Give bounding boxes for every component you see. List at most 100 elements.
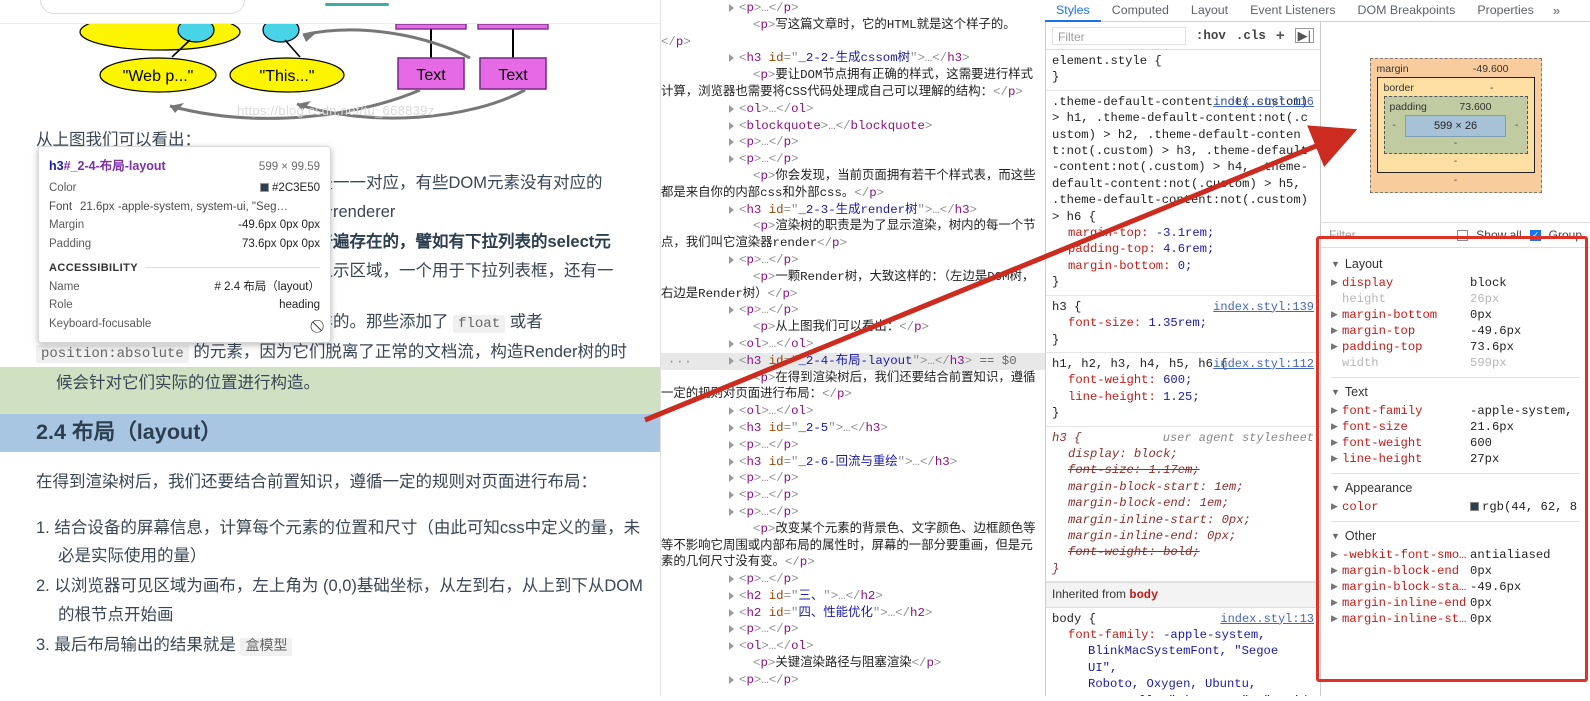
tab-computed[interactable]: Computed xyxy=(1101,0,1180,22)
style-declaration[interactable]: font-family: -apple-system, xyxy=(1052,627,1314,643)
computed-property-row[interactable]: ▶ margin-top -49.6px xyxy=(1321,323,1590,339)
computed-group-other[interactable]: ▼ Other xyxy=(1321,524,1590,547)
dom-node[interactable]: <h2 id="三、">…</h2> xyxy=(661,588,1045,605)
tab-properties[interactable]: Properties xyxy=(1466,0,1544,22)
computed-property-row[interactable]: ▶ font-weight 600 xyxy=(1321,435,1590,451)
style-rule[interactable]: index.styl:139 h3 {font-size: 1.35rem;} xyxy=(1046,296,1320,353)
dom-node[interactable]: <ol>…</ol> xyxy=(661,638,1045,655)
style-rule[interactable]: element.style {} xyxy=(1046,50,1320,91)
dom-node[interactable]: <p>改变某个元素的背景色、文字颜色、边框颜色等等不影响它周围或内部布局的属性时… xyxy=(661,521,1045,571)
dom-node[interactable]: <p>…</p> xyxy=(661,252,1045,269)
styles-filter-input[interactable]: Filter xyxy=(1052,26,1186,45)
dom-node[interactable]: <p>…</p> xyxy=(661,134,1045,151)
hov-toggle-button[interactable]: :hov xyxy=(1196,29,1226,43)
style-rule-origin[interactable]: index.styl:13 xyxy=(1220,611,1314,627)
chevron-right-icon[interactable]: ▶ xyxy=(1331,547,1342,563)
box-model-padding[interactable]: padding 73.600 - 599 × 26 - - xyxy=(1383,95,1528,154)
chevron-right-icon[interactable]: ▶ xyxy=(1331,275,1342,291)
tab-event-listeners[interactable]: Event Listeners xyxy=(1239,0,1346,22)
dom-node[interactable]: <h3 id="_2-3-生成render树">…</h3> xyxy=(661,202,1045,219)
style-rule-selector[interactable]: .theme-default-content:not(.custom) > h1… xyxy=(1052,94,1314,225)
padding-right-value[interactable]: - xyxy=(1512,120,1521,131)
color-swatch-icon[interactable] xyxy=(1470,502,1479,511)
tab-layout[interactable]: Layout xyxy=(1180,0,1239,22)
chevron-down-icon[interactable]: ▼ xyxy=(1331,256,1340,272)
devtools-tab-bar[interactable]: Styles Computed Layout Event Listeners DOM B… xyxy=(1045,0,1590,22)
margin-top-value[interactable]: -49.600 xyxy=(1473,63,1509,75)
box-model-content[interactable]: 599 × 26 xyxy=(1404,114,1507,137)
box-model-diagram[interactable]: margin -49.600 border - padding 73.600 -… xyxy=(1321,22,1590,222)
expand-arrow-icon[interactable] xyxy=(729,491,734,500)
expand-arrow-icon[interactable] xyxy=(729,54,734,63)
dom-node[interactable]: <p>…</p> xyxy=(661,571,1045,588)
chevron-right-icon[interactable]: ▶ xyxy=(1331,451,1342,467)
dom-node-selected[interactable]: ··· <h3 id="_2-4-布局-layout">…</h3> == $0 xyxy=(661,352,1045,370)
dom-node[interactable]: <p>从上图我们可以看出：</p> xyxy=(661,319,1045,336)
dom-node[interactable]: <p>…</p> xyxy=(661,151,1045,168)
computed-filter-input[interactable]: Filter xyxy=(1329,228,1449,242)
computed-property-row[interactable]: ▶ font-size 21.6px xyxy=(1321,419,1590,435)
expand-arrow-icon[interactable] xyxy=(729,457,734,466)
chevron-right-icon[interactable]: ▶ xyxy=(1331,419,1342,435)
computed-group-text[interactable]: ▼ Text xyxy=(1321,380,1590,403)
style-rule[interactable]: user agent stylesheet h3 {display: block;… xyxy=(1046,427,1320,583)
dom-node[interactable]: <h3 id="_2-5">…</h3> xyxy=(661,420,1045,437)
group-label[interactable]: Group xyxy=(1549,228,1582,242)
dom-node[interactable]: <p>…</p> xyxy=(661,621,1045,638)
expand-arrow-icon[interactable] xyxy=(729,306,734,315)
style-declaration-value[interactable]: 1.35rem; xyxy=(1148,316,1207,330)
dom-node[interactable]: <ol>…</ol> xyxy=(661,101,1045,118)
checkbox-icon[interactable] xyxy=(1457,230,1469,241)
show-all-label[interactable]: Show all xyxy=(1476,228,1521,242)
computed-property-row[interactable]: ▶ margin-block-sta… -49.6px xyxy=(1321,579,1590,595)
checkbox-checked-icon[interactable] xyxy=(1529,229,1541,241)
expand-arrow-icon[interactable] xyxy=(729,423,734,432)
dom-node[interactable]: <p>…</p> xyxy=(661,504,1045,521)
margin-bottom-value[interactable]: - xyxy=(1377,173,1535,186)
expand-arrow-icon[interactable] xyxy=(729,155,734,164)
computed-sidebar-toggle-button[interactable]: ▶| xyxy=(1294,28,1314,43)
style-declaration[interactable]: margin-top: -3.1rem; xyxy=(1052,225,1314,241)
style-rule[interactable]: index.styl:112 h1, h2, h3, h4, h5, h6 {fo… xyxy=(1046,353,1320,427)
box-model-margin[interactable]: margin -49.600 border - padding 73.600 -… xyxy=(1369,57,1542,193)
dom-node[interactable]: <ol>…</ol> xyxy=(661,403,1045,420)
style-declaration-value[interactable]: -apple-system, xyxy=(1163,628,1265,642)
style-declaration[interactable]: display: block; xyxy=(1052,446,1314,462)
padding-left-value[interactable]: - xyxy=(1390,120,1399,131)
expand-arrow-icon[interactable] xyxy=(729,104,734,113)
computed-properties-list[interactable]: ▼Layout▶displayblock▶height26px▶margin-b… xyxy=(1321,248,1590,627)
group-checkbox[interactable] xyxy=(1529,228,1541,242)
computed-property-row[interactable]: ▶ padding-top 73.6px xyxy=(1321,339,1590,355)
computed-property-row[interactable]: ▶ display block xyxy=(1321,275,1590,291)
expand-arrow-icon[interactable] xyxy=(729,507,734,516)
style-rule-origin[interactable]: index.styl:112 xyxy=(1213,356,1314,372)
style-rule-selector[interactable]: element.style { xyxy=(1052,53,1314,69)
dom-node[interactable]: <p>在得到渲染树后，我们还要结合前置知识，遵循一定的规则对页面进行布局：</p… xyxy=(661,370,1045,404)
chevron-down-icon[interactable]: ▼ xyxy=(1331,480,1340,496)
border-top-value[interactable]: - xyxy=(1490,82,1494,94)
style-declaration-value[interactable]: 4.6rem; xyxy=(1163,242,1214,256)
style-declaration[interactable]: font-weight: bold; xyxy=(1052,544,1314,560)
dom-node[interactable]: <p>…</p> xyxy=(661,0,1045,17)
computed-group-layout[interactable]: ▼ Layout xyxy=(1321,252,1590,275)
chevron-right-icon[interactable]: ▶ xyxy=(1331,339,1342,355)
padding-bottom-value[interactable]: - xyxy=(1390,138,1522,149)
chevron-right-icon[interactable]: ▶ xyxy=(1331,579,1342,595)
style-declaration-value[interactable]: 0px; xyxy=(1222,513,1251,527)
expand-arrow-icon[interactable] xyxy=(729,575,734,584)
expand-arrow-icon[interactable] xyxy=(729,4,734,12)
dom-node[interactable]: <p>…</p> xyxy=(661,470,1045,487)
dom-node[interactable]: <p>…</p> xyxy=(661,487,1045,504)
style-declaration[interactable]: margin-inline-end: 0px; xyxy=(1052,528,1314,544)
chevron-right-icon[interactable]: ▶ xyxy=(1331,499,1342,515)
style-rule-origin[interactable]: index.styl:139 xyxy=(1213,299,1314,315)
chevron-right-icon[interactable]: ▶ xyxy=(1331,435,1342,451)
computed-property-row[interactable]: ▶ margin-inline-st… 0px xyxy=(1321,611,1590,627)
style-declaration-value[interactable]: 1em; xyxy=(1200,496,1229,510)
computed-property-row[interactable]: ▶ font-family -apple-system, xyxy=(1321,403,1590,419)
style-declaration[interactable]: font-size: 1.35rem; xyxy=(1052,315,1314,331)
computed-property-row[interactable]: ▶ -webkit-font-smo… antialiased xyxy=(1321,547,1590,563)
dom-node[interactable]: <h3 id="_2-2-生成cssom树">…</h3> xyxy=(661,50,1045,67)
dom-node[interactable]: <ol>…</ol> xyxy=(661,336,1045,353)
expand-arrow-icon[interactable] xyxy=(729,138,734,147)
